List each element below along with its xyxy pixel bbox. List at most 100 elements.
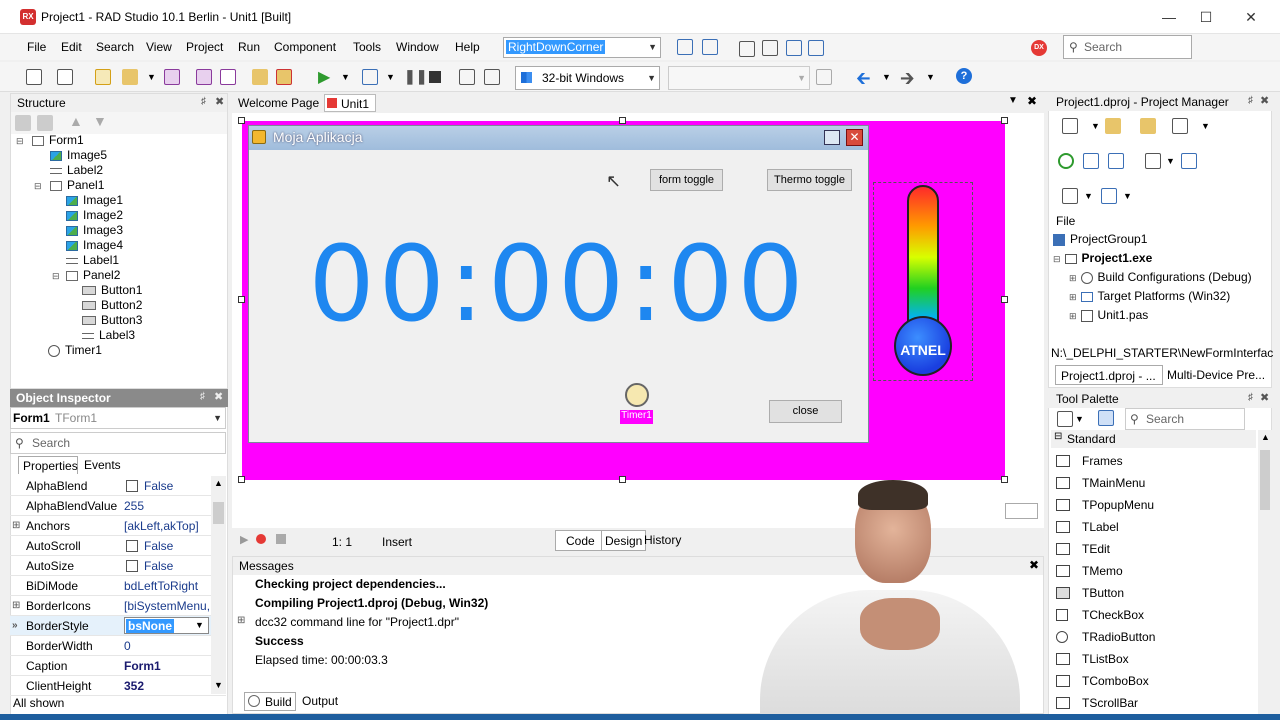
pm-item-projectgroup[interactable]: ProjectGroup1: [1053, 232, 1147, 246]
arrow-down-icon[interactable]: ▼: [93, 113, 107, 129]
borderstyle-combo[interactable]: bsNone ▼: [124, 617, 209, 634]
pm-item-unit1[interactable]: ⊞ Unit1.pas: [1069, 308, 1148, 322]
stop-icon[interactable]: [429, 71, 441, 83]
menu-file[interactable]: File: [27, 40, 46, 54]
tab-unit1[interactable]: Unit1: [324, 94, 376, 112]
collapse-all-icon[interactable]: [1108, 153, 1124, 169]
save-icon[interactable]: [164, 69, 180, 85]
prop-row[interactable]: AutoSize False: [10, 556, 226, 576]
tree-item-label1[interactable]: Label1: [66, 253, 119, 267]
tab-events[interactable]: Events: [84, 458, 121, 472]
tree-item-image4[interactable]: Image4: [66, 238, 123, 252]
category-standard[interactable]: ⊟ Standard: [1051, 430, 1256, 448]
chevron-down-icon[interactable]: ▼: [1008, 95, 1018, 106]
tab-history[interactable]: History: [644, 533, 681, 547]
prop-row[interactable]: AutoScroll False: [10, 536, 226, 556]
expand-icon[interactable]: ⊞: [1069, 311, 1077, 321]
checkbox[interactable]: [126, 540, 138, 552]
expand-icon[interactable]: ⊞: [237, 615, 245, 626]
menu-component[interactable]: Component: [274, 40, 336, 54]
expand-icon[interactable]: ⊞: [12, 520, 20, 531]
tree-item-timer1[interactable]: Timer1: [48, 343, 102, 357]
minimize-icon[interactable]: [824, 130, 840, 145]
resize-handle[interactable]: [1001, 117, 1008, 124]
mail-icon[interactable]: [739, 41, 755, 57]
calendar-icon[interactable]: [762, 40, 778, 56]
tab-multi-device-preview[interactable]: Multi-Device Pre...: [1167, 368, 1265, 382]
pin-icon[interactable]: ♯: [1248, 95, 1253, 106]
message-line[interactable]: Elapsed time: 00:00:03.3: [255, 653, 388, 667]
prop-row[interactable]: AlphaBlend False: [10, 476, 226, 496]
menu-help[interactable]: Help: [455, 40, 480, 54]
chevron-down-icon[interactable]: ▼: [1123, 191, 1132, 201]
message-line[interactable]: dcc32 command line for "Project1.dpr": [255, 615, 459, 629]
tab-welcome-page[interactable]: Welcome Page: [238, 96, 319, 110]
folder-open-icon[interactable]: [37, 115, 53, 131]
timer-component-icon[interactable]: [625, 383, 649, 407]
tree-item-label3[interactable]: Label3: [82, 328, 135, 342]
maximize-button[interactable]: ☐: [1183, 0, 1229, 34]
stop-macro-icon[interactable]: [276, 534, 286, 544]
component-selector[interactable]: Form1 TForm1 ▼: [10, 407, 226, 429]
close-icon[interactable]: ✖: [215, 95, 224, 108]
expand-icon[interactable]: ⊞: [12, 600, 20, 611]
add-new-project-icon[interactable]: [1062, 118, 1078, 134]
view-icon[interactable]: [1172, 118, 1188, 134]
compile-all-icon[interactable]: [1101, 188, 1117, 204]
menu-view[interactable]: View: [146, 40, 172, 54]
close-app-button[interactable]: close: [769, 400, 842, 423]
message-line[interactable]: Compiling Project1.dproj (Debug, Win32): [255, 596, 488, 610]
menu-tools[interactable]: Tools: [353, 40, 381, 54]
close-icon[interactable]: ✖: [1260, 94, 1269, 107]
chevron-down-icon[interactable]: ▼: [882, 72, 891, 82]
build-icon[interactable]: [1181, 153, 1197, 169]
chevron-down-icon[interactable]: ▼: [1166, 156, 1175, 166]
list-icon[interactable]: [1145, 153, 1161, 169]
prop-row-selected[interactable]: » BorderStyle bsNone ▼: [10, 616, 226, 636]
menu-project[interactable]: Project: [186, 40, 223, 54]
expand-all-icon[interactable]: [1083, 153, 1099, 169]
close-icon[interactable]: ✖: [1029, 558, 1039, 572]
chevron-down-icon[interactable]: ▼: [926, 72, 935, 82]
record-macro-icon[interactable]: [256, 534, 266, 544]
pm-item-project1[interactable]: ⊟ Project1.exe: [1053, 251, 1152, 265]
chevron-down-icon[interactable]: ▼: [1091, 121, 1100, 131]
tab-build[interactable]: Build: [244, 692, 296, 711]
close-icon[interactable]: ✖: [214, 390, 223, 403]
remove-from-project-icon[interactable]: [276, 69, 292, 85]
prop-row[interactable]: BiDiMode bdLeftToRight: [10, 576, 226, 596]
close-icon[interactable]: ✖: [1027, 94, 1037, 108]
tab-project-manager[interactable]: Project1.dproj - ...: [1055, 365, 1163, 385]
tree-item-label2[interactable]: Label2: [50, 163, 103, 177]
tab-code[interactable]: Code: [555, 530, 602, 551]
message-line[interactable]: Checking project dependencies...: [255, 577, 446, 591]
prop-row[interactable]: ClientHeight 352: [10, 676, 226, 696]
tree-item-button3[interactable]: Button3: [82, 313, 142, 327]
platform-combo[interactable]: 32-bit Windows ▼: [515, 66, 660, 90]
resize-handle[interactable]: [619, 117, 626, 124]
palette-scrollbar[interactable]: ▲: [1258, 430, 1272, 714]
tab-output[interactable]: Output: [302, 694, 338, 708]
run-without-debug-icon[interactable]: [362, 69, 378, 85]
tree-item-button2[interactable]: Button2: [82, 298, 142, 312]
new-form-icon[interactable]: [95, 69, 111, 85]
build-config-combo[interactable]: ▼: [668, 66, 810, 90]
ide-search-input[interactable]: ⚲ Search: [1063, 35, 1192, 59]
arrow-up-icon[interactable]: ▲: [69, 113, 83, 129]
chevron-down-icon[interactable]: ▼: [386, 72, 395, 82]
pm-item-target-platforms[interactable]: ⊞ Target Platforms (Win32): [1069, 289, 1230, 303]
open-icon[interactable]: [122, 69, 138, 85]
thermo-toggle-button[interactable]: Thermo toggle: [767, 169, 852, 191]
export-icon[interactable]: [808, 40, 824, 56]
folder-icon[interactable]: [15, 115, 31, 131]
menu-run[interactable]: Run: [238, 40, 260, 54]
pause-icon[interactable]: ❚❚: [404, 68, 427, 85]
pin-icon[interactable]: ♯: [201, 96, 206, 107]
chevron-down-icon[interactable]: ▼: [1084, 191, 1093, 201]
expand-icon[interactable]: ⊞: [1069, 273, 1077, 283]
step-over-icon[interactable]: [459, 69, 475, 85]
pin-icon[interactable]: ♯: [200, 391, 205, 402]
save-as-icon[interactable]: [196, 69, 212, 85]
tab-properties[interactable]: Properties: [18, 456, 78, 474]
new-items-icon[interactable]: [57, 69, 73, 85]
